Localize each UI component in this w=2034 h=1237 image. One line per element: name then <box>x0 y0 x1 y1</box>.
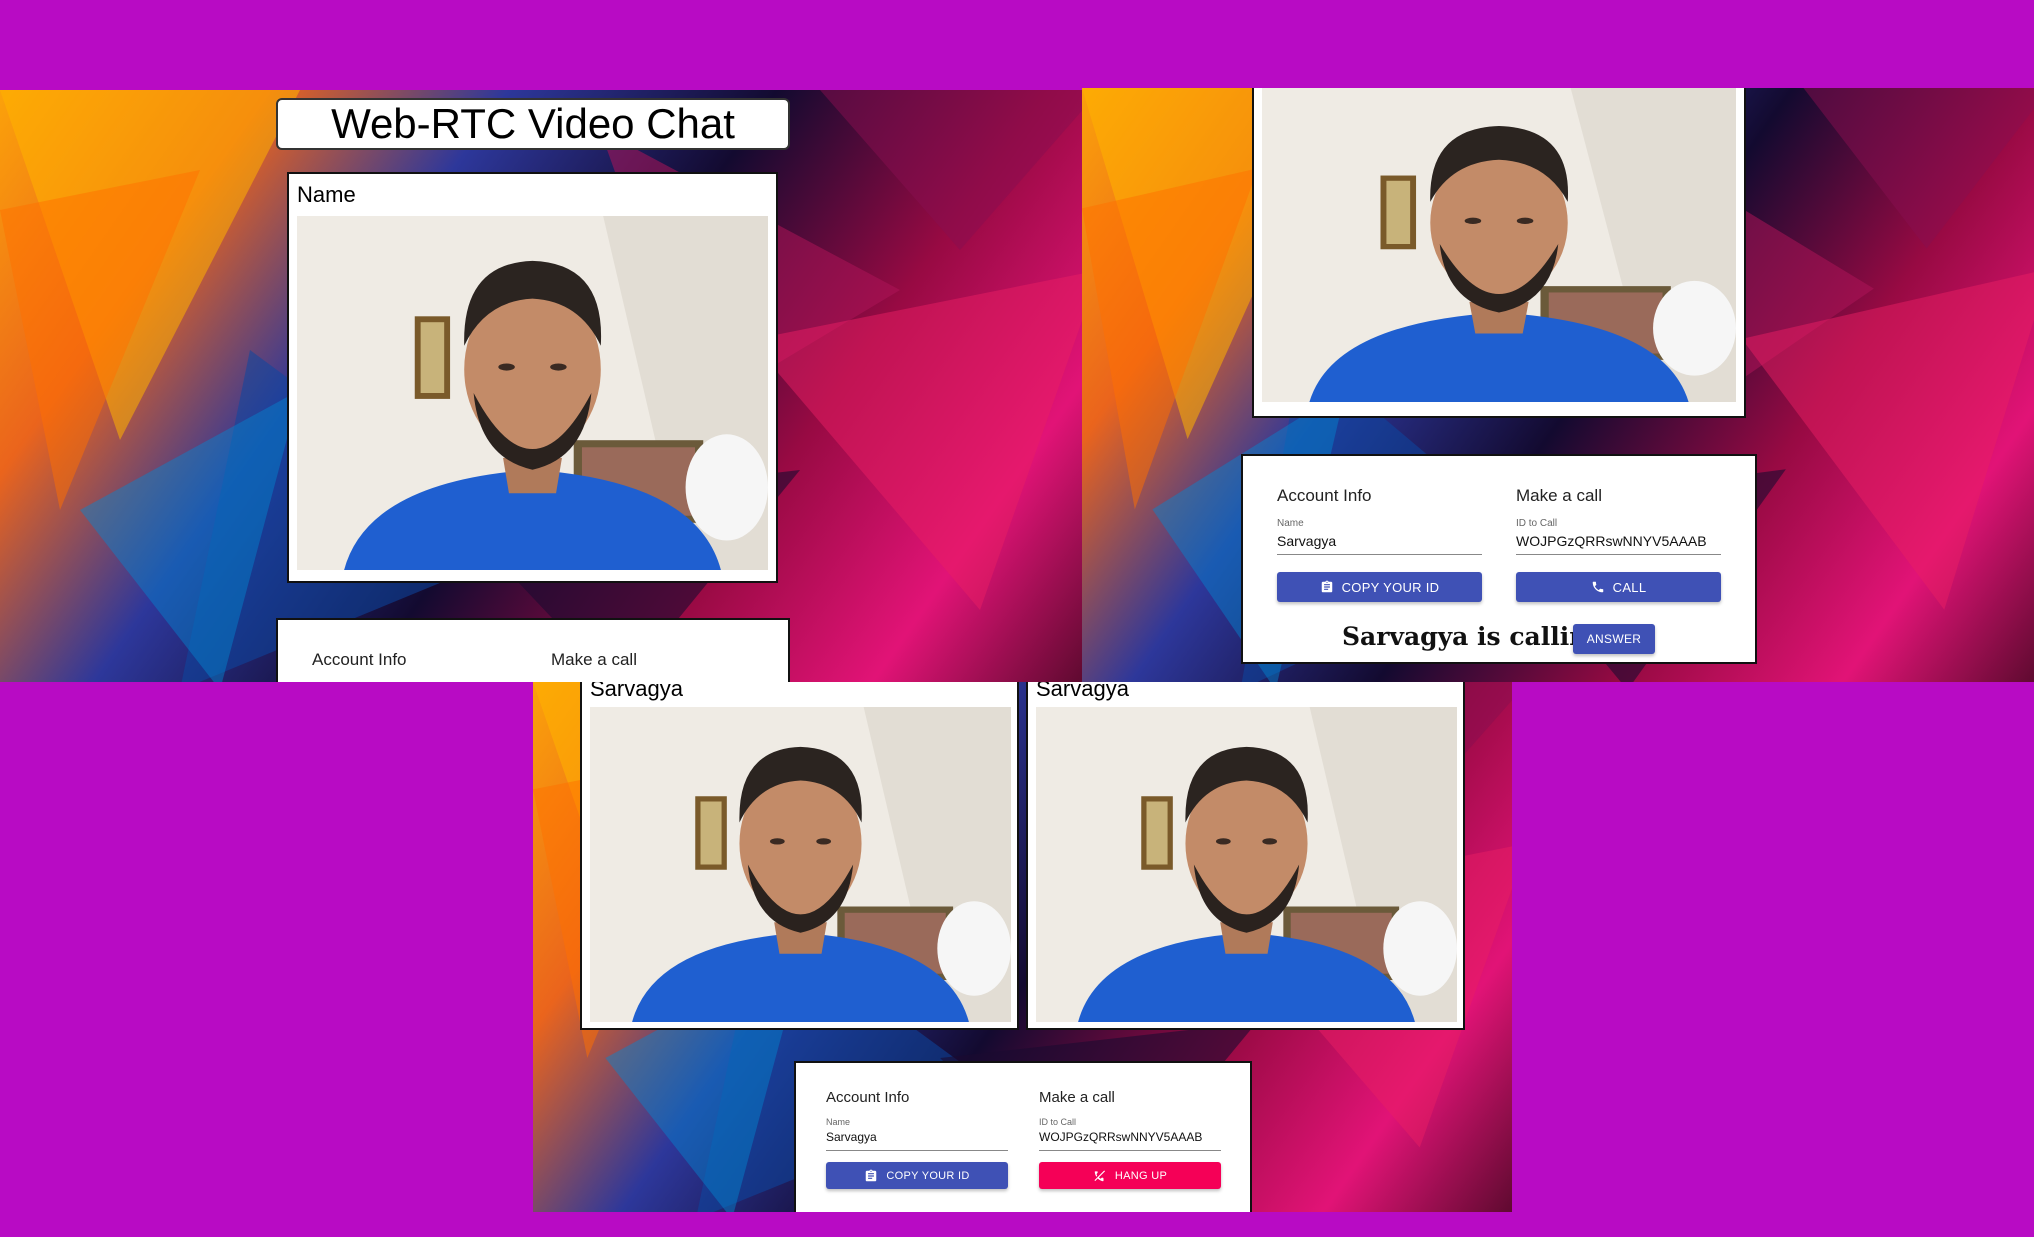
video-name-label: Name <box>297 182 356 207</box>
call-label: CALL <box>1612 579 1647 595</box>
id-to-call-input[interactable]: WOJPGzQRRswNNYV5AAAB <box>1039 1130 1221 1151</box>
screen-landing: Web-RTC Video Chat Name Account Info Mak… <box>0 90 1082 682</box>
account-info-heading: Account Info <box>312 650 407 669</box>
remote-video <box>1036 707 1457 1022</box>
local-video-name: Sarvagya <box>590 682 683 701</box>
make-call-heading: Make a call <box>551 650 637 669</box>
screen-incoming-call: Account Info Name Sarvagya COPY YOUR ID … <box>1082 88 2034 682</box>
remote-video-name: Sarvagya <box>1036 682 1129 701</box>
account-info-heading: Account Info <box>1277 486 1372 505</box>
name-input[interactable]: Sarvagya <box>826 1130 1008 1151</box>
make-call-heading: Make a call <box>1516 486 1602 505</box>
screen-in-call: Sarvagya Sarvagya Account Info Name Sarv… <box>533 682 1512 1212</box>
video-card <box>1252 88 1746 418</box>
copy-id-label: COPY YOUR ID <box>1341 579 1440 595</box>
name-field-label: Name <box>826 1117 851 1127</box>
copy-id-button[interactable]: COPY YOUR ID <box>1277 572 1482 602</box>
answer-button[interactable]: ANSWER <box>1573 624 1655 654</box>
remote-video-card: Sarvagya <box>1026 682 1465 1030</box>
app-title: Web-RTC Video Chat <box>276 98 790 150</box>
local-video <box>1262 88 1736 402</box>
account-info-heading: Account Info <box>826 1089 910 1106</box>
clipboard-icon <box>1321 580 1332 593</box>
local-video-card: Sarvagya <box>580 682 1019 1030</box>
local-video <box>297 216 768 570</box>
make-call-heading: Make a call <box>1039 1089 1115 1106</box>
call-button[interactable]: CALL <box>1516 572 1721 602</box>
id-to-call-input[interactable]: WOJPGzQRRswNNYV5AAAB <box>1516 533 1721 555</box>
id-field-label: ID to Call <box>1039 1117 1077 1127</box>
options-card: Account Info Name Sarvagya COPY YOUR ID … <box>1241 454 1757 664</box>
phone-disabled-icon <box>1094 1169 1105 1181</box>
copy-id-button[interactable]: COPY YOUR ID <box>826 1162 1008 1189</box>
hang-up-label: HANG UP <box>1114 1169 1168 1182</box>
phone-icon <box>1592 581 1603 593</box>
id-field-label: ID to Call <box>1516 518 1558 529</box>
options-card: Account Info Make a call <box>276 618 790 682</box>
video-card: Name <box>287 172 778 583</box>
copy-id-label: COPY YOUR ID <box>886 1169 970 1182</box>
name-input[interactable]: Sarvagya <box>1277 533 1482 555</box>
local-video <box>590 707 1011 1022</box>
hang-up-button[interactable]: HANG UP <box>1039 1162 1221 1189</box>
name-field-label: Name <box>1277 518 1304 529</box>
clipboard-icon <box>866 1169 877 1181</box>
options-card: Account Info Name Sarvagya COPY YOUR ID … <box>794 1061 1252 1212</box>
